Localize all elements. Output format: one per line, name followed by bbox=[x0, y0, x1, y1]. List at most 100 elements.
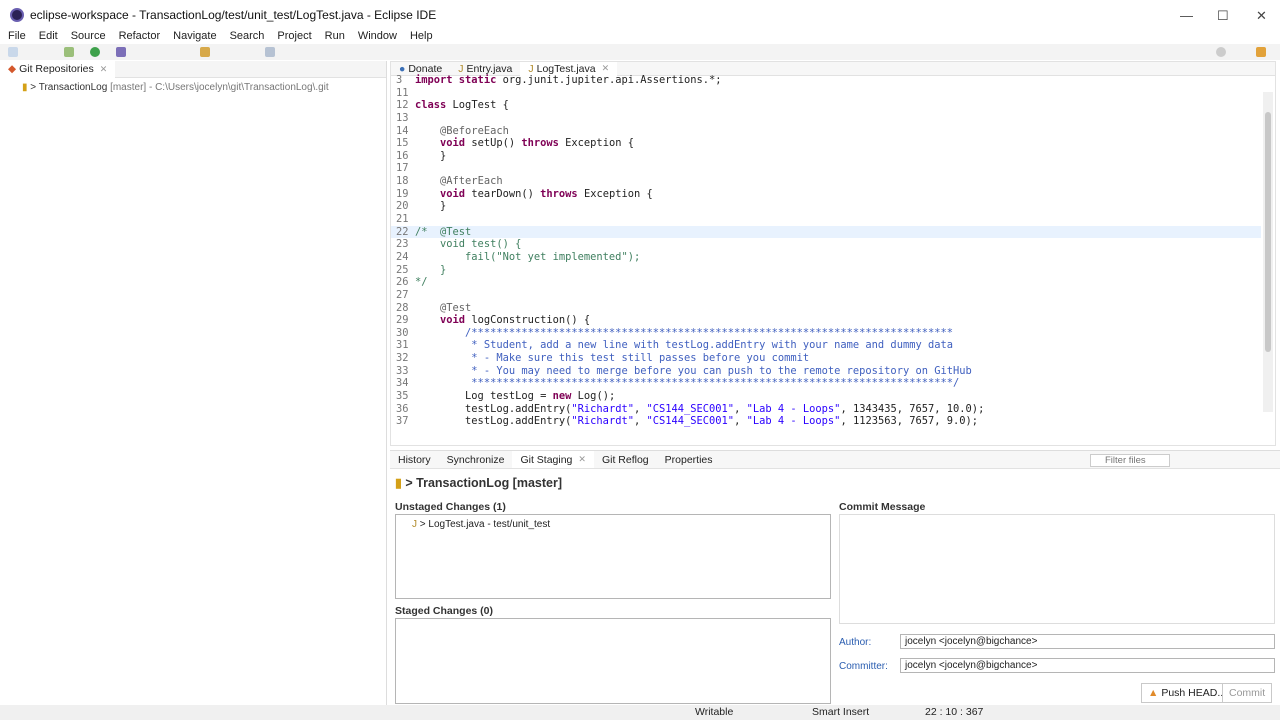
code-token: @AfterEach bbox=[440, 175, 503, 188]
code-line[interactable]: 36 testLog.addEntry("Richardt", "CS144_S… bbox=[391, 403, 1261, 416]
code-line[interactable]: 3 import static org.junit.jupiter.api.Ass… bbox=[391, 74, 1261, 87]
java-file-icon: J bbox=[412, 519, 417, 530]
coverage-icon[interactable] bbox=[116, 47, 126, 57]
code-line[interactable]: 15 void setUp() throws Exception { bbox=[391, 137, 1261, 150]
line-number: 24 bbox=[396, 250, 409, 263]
unstaged-list[interactable]: J > LogTest.java - test/unit_test bbox=[395, 514, 831, 599]
repository-icon: ▮ bbox=[395, 476, 402, 490]
new-icon[interactable] bbox=[8, 47, 18, 57]
debug-icon[interactable] bbox=[64, 47, 74, 57]
code-line[interactable]: 11 bbox=[391, 87, 1261, 100]
close-button[interactable]: ✕ bbox=[1256, 8, 1267, 24]
repository-item[interactable]: ▮ > TransactionLog [master] - C:\Users\j… bbox=[0, 78, 386, 93]
run-icon[interactable] bbox=[90, 47, 100, 57]
line-number: 21 bbox=[396, 213, 409, 226]
perspective-icon[interactable] bbox=[1256, 47, 1266, 57]
menu-source[interactable]: Source bbox=[63, 30, 111, 43]
code-line[interactable]: 31 * Student, add a new line with testLo… bbox=[391, 339, 1261, 352]
filter-files-input[interactable] bbox=[1090, 454, 1170, 467]
tab-history[interactable]: History bbox=[390, 454, 439, 466]
code-line[interactable]: 22 /* @Test bbox=[391, 225, 1261, 239]
line-number: 3 bbox=[396, 74, 403, 86]
code-line[interactable]: 34 *************************************… bbox=[391, 377, 1261, 390]
maximize-button[interactable]: ☐ bbox=[1217, 8, 1229, 24]
commit-button[interactable]: Commit bbox=[1222, 683, 1273, 703]
status-insert-mode: Smart Insert bbox=[812, 706, 870, 718]
status-writable: Writable bbox=[695, 706, 734, 718]
menu-navigate[interactable]: Navigate bbox=[165, 30, 221, 43]
code-area[interactable]: 3 import static org.junit.jupiter.api.Ass… bbox=[391, 74, 1261, 432]
author-field[interactable]: jocelyn <jocelyn@bigchance> bbox=[900, 634, 1275, 649]
code-line[interactable]: 37 testLog.addEntry("Richardt", "CS144_S… bbox=[391, 415, 1261, 428]
code-line[interactable]: 13 bbox=[391, 112, 1261, 125]
tab-donate[interactable]: ● Donate bbox=[391, 63, 450, 75]
tab-synchronize[interactable]: Synchronize bbox=[439, 454, 513, 466]
toggle-icon[interactable] bbox=[265, 47, 275, 57]
line-number: 23 bbox=[396, 238, 409, 251]
code-line[interactable]: 35 Log testLog = new Log(); bbox=[391, 390, 1261, 403]
line-number: 16 bbox=[396, 149, 409, 162]
code-line[interactable]: 20 } bbox=[391, 200, 1261, 213]
commit-label: Commit bbox=[1229, 687, 1266, 699]
open-type-icon[interactable] bbox=[200, 47, 210, 57]
code-line[interactable]: 19 void tearDown() throws Exception { bbox=[391, 188, 1261, 201]
close-icon[interactable]: ✕ bbox=[100, 64, 108, 75]
menu-file[interactable]: File bbox=[0, 30, 31, 43]
line-number: 25 bbox=[396, 263, 409, 276]
code-line[interactable]: 18 @AfterEach bbox=[391, 175, 1261, 188]
commit-message-input[interactable] bbox=[839, 514, 1275, 624]
menu-refactor[interactable]: Refactor bbox=[111, 30, 166, 43]
menu-run[interactable]: Run bbox=[317, 30, 350, 43]
code-line[interactable]: 14 @BeforeEach bbox=[391, 125, 1261, 138]
window-title: eclipse-workspace - TransactionLog/test/… bbox=[30, 8, 437, 22]
code-line[interactable]: 17 bbox=[391, 162, 1261, 175]
minimize-button[interactable]: — bbox=[1180, 8, 1193, 23]
tab-entry-java[interactable]: J Entry.java bbox=[450, 63, 520, 75]
code-token: , 1123563, 7657, 9.0); bbox=[840, 415, 979, 428]
menu-search[interactable]: Search bbox=[222, 30, 270, 43]
staged-list[interactable] bbox=[395, 618, 831, 704]
code-line[interactable]: 28 @Test bbox=[391, 302, 1261, 315]
tab-label: History bbox=[398, 453, 431, 466]
code-token: @Test bbox=[440, 301, 472, 314]
committer-field[interactable]: jocelyn <jocelyn@bigchance> bbox=[900, 658, 1275, 673]
code-token: fail("Not yet implemented"); bbox=[415, 250, 641, 263]
menu-project[interactable]: Project bbox=[269, 30, 316, 43]
code-token: "CS144_SEC001" bbox=[646, 415, 735, 428]
code-line[interactable]: 26 */ bbox=[391, 276, 1261, 289]
close-icon[interactable]: ✕ bbox=[578, 454, 586, 465]
unstaged-file-item[interactable]: J > LogTest.java - test/unit_test bbox=[396, 515, 830, 530]
push-head-button[interactable]: ▲ Push HEAD... bbox=[1141, 683, 1234, 703]
menu-help[interactable]: Help bbox=[402, 30, 438, 43]
tab-properties[interactable]: Properties bbox=[657, 454, 721, 466]
code-line[interactable]: 16 } bbox=[391, 150, 1261, 163]
line-number: 12 bbox=[396, 99, 409, 112]
code-token: , bbox=[734, 402, 747, 415]
code-line[interactable]: 33 * - You may need to merge before you … bbox=[391, 365, 1261, 378]
code-line[interactable]: 32 * - Make sure this test still passes … bbox=[391, 352, 1261, 365]
tab-git-reflog[interactable]: Git Reflog bbox=[594, 454, 657, 466]
menu-edit[interactable]: Edit bbox=[31, 30, 63, 43]
code-line[interactable]: 29 void logConstruction() { bbox=[391, 314, 1261, 327]
close-icon[interactable]: ✕ bbox=[602, 63, 610, 74]
vertical-scrollbar[interactable] bbox=[1263, 92, 1273, 412]
code-line[interactable]: 21 bbox=[391, 213, 1261, 226]
code-line[interactable]: 24 fail("Not yet implemented"); bbox=[391, 251, 1261, 264]
tab-git-repositories[interactable]: ◆ Git Repositories ✕ bbox=[0, 60, 116, 78]
globe-icon: ● bbox=[399, 62, 406, 75]
code-line[interactable]: 12 class LogTest { bbox=[391, 99, 1261, 112]
code-line[interactable]: 23 void test() { bbox=[391, 238, 1261, 251]
code-line[interactable]: 27 bbox=[391, 289, 1261, 302]
code-token: /***************************************… bbox=[415, 326, 953, 339]
code-line[interactable]: 30 /************************************… bbox=[391, 327, 1261, 340]
line-number: 14 bbox=[396, 124, 409, 137]
title-bar: eclipse-workspace - TransactionLog/test/… bbox=[0, 0, 1280, 30]
code-line[interactable]: 25 } bbox=[391, 264, 1261, 277]
repository-path: [master] - C:\Users\jocelyn\git\Transact… bbox=[110, 82, 329, 93]
search-icon[interactable] bbox=[1216, 47, 1226, 57]
tab-git-staging[interactable]: Git Staging ✕ bbox=[512, 451, 594, 468]
menu-window[interactable]: Window bbox=[350, 30, 402, 43]
